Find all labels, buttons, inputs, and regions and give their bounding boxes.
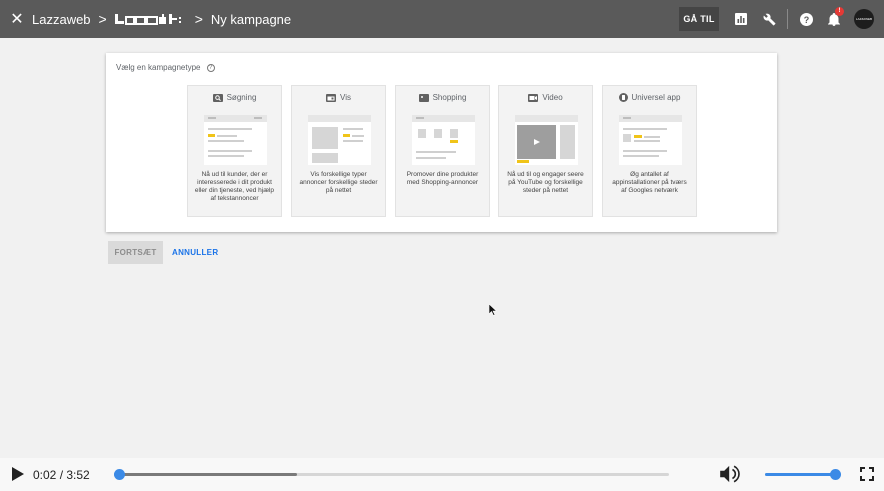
card-description: Vis forskellige typer annoncer forskelli… xyxy=(299,171,378,194)
avatar[interactable]: LAZZAWEB xyxy=(854,9,874,29)
card-label: Video xyxy=(542,93,563,102)
card-thumbnail xyxy=(412,115,475,165)
goto-button[interactable]: GÅ TIL xyxy=(679,7,719,31)
card-description: Promover dine produkter med Shopping-ann… xyxy=(406,171,479,186)
card-header: Shopping xyxy=(396,93,489,102)
help-icon: ? xyxy=(799,12,813,26)
campaign-type-panel: Vælg en kampagnetype ? Søgning Nå ud til… xyxy=(106,53,777,232)
app-icon xyxy=(618,93,628,102)
fullscreen-icon[interactable] xyxy=(860,467,874,481)
card-header: Universel app xyxy=(603,93,696,102)
reports-button[interactable] xyxy=(727,0,755,38)
seek-handle[interactable] xyxy=(113,469,125,480)
wrench-icon xyxy=(763,13,775,25)
campaign-card-video[interactable]: Video Nå ud til og engager seere på YouT… xyxy=(498,85,593,217)
time-display: 0:02 / 3:52 xyxy=(33,468,90,482)
tag-icon xyxy=(418,93,429,102)
page-title: Ny kampagne xyxy=(210,11,292,27)
video-icon xyxy=(528,93,539,102)
card-description: Øg antallet af appinstallationer på tvær… xyxy=(612,171,687,194)
help-button[interactable]: ? xyxy=(792,0,820,38)
card-thumbnail xyxy=(204,115,267,165)
campaign-card-universal-app[interactable]: Universel app Øg antallet af appinstalla… xyxy=(602,85,697,217)
mouse-cursor-icon xyxy=(489,304,497,316)
volume-fill xyxy=(765,473,835,476)
bar-chart-icon xyxy=(735,13,747,25)
card-label: Vis xyxy=(340,93,351,102)
card-description: Nå ud til kunder, der er interesserede i… xyxy=(194,171,275,202)
card-thumbnail xyxy=(308,115,371,165)
continue-button[interactable]: FORTSÆT xyxy=(108,241,163,264)
panel-title-text: Vælg en kampagnetype xyxy=(116,63,201,72)
volume-handle[interactable] xyxy=(829,469,841,480)
notifications-button[interactable]: ! xyxy=(820,0,848,38)
close-icon[interactable]: ✕ xyxy=(6,9,28,29)
volume-icon[interactable] xyxy=(720,465,740,483)
search-icon xyxy=(212,93,223,102)
campaign-card-shopping[interactable]: Shopping Promover dine produkter med Sho… xyxy=(395,85,490,217)
play-icon[interactable] xyxy=(12,467,24,481)
card-description: Nå ud til og engager seere på YouTube og… xyxy=(507,171,584,194)
tools-button[interactable] xyxy=(755,0,783,38)
breadcrumb-chevron-icon: > xyxy=(98,11,107,27)
card-label: Universel app xyxy=(631,93,681,102)
top-bar: ✕ Lazzaweb > > Ny kampagne GÅ TIL ? ! LA… xyxy=(0,0,884,38)
notification-badge: ! xyxy=(835,7,844,16)
seek-buffered xyxy=(114,473,298,476)
cancel-button[interactable]: ANNULLER xyxy=(172,241,218,264)
panel-title: Vælg en kampagnetype ? xyxy=(116,63,215,72)
card-thumbnail xyxy=(515,115,578,165)
card-header: Video xyxy=(499,93,592,102)
card-label: Shopping xyxy=(432,93,467,102)
account-name[interactable]: Lazzaweb xyxy=(32,12,91,27)
display-icon xyxy=(326,93,337,102)
campaign-card-display[interactable]: Vis Vis forskellige typer annoncer forsk… xyxy=(291,85,386,217)
card-label: Søgning xyxy=(226,93,257,102)
seek-bar[interactable] xyxy=(113,469,669,480)
toolbar-right: GÅ TIL ? ! LAZZAWEB xyxy=(679,0,884,38)
svg-text:?: ? xyxy=(803,14,809,24)
toolbar-divider xyxy=(787,9,788,29)
breadcrumb-chevron-icon: > xyxy=(194,11,203,27)
card-thumbnail xyxy=(619,115,682,165)
card-header: Vis xyxy=(292,93,385,102)
card-header: Søgning xyxy=(188,93,281,102)
volume-slider[interactable] xyxy=(765,469,841,480)
account-logo-icon[interactable] xyxy=(114,13,187,25)
campaign-card-search[interactable]: Søgning Nå ud til kunder, der er interes… xyxy=(187,85,282,217)
help-circle-icon[interactable]: ? xyxy=(206,63,215,72)
video-controls: 0:02 / 3:52 xyxy=(0,458,884,491)
